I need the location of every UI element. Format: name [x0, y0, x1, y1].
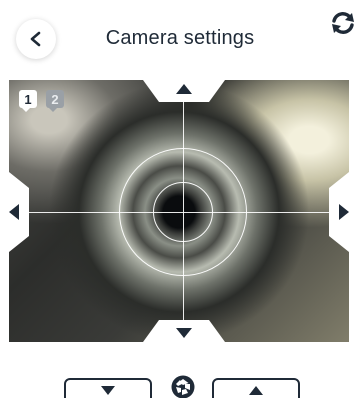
camera-2-badge[interactable]: 2 — [46, 90, 64, 112]
camera-1-badge[interactable]: 1 — [19, 90, 37, 112]
triangle-down-icon — [101, 386, 115, 395]
triangle-up-icon — [249, 386, 263, 395]
pan-right-arrow-icon[interactable] — [339, 204, 349, 220]
camera-viewfinder[interactable]: 1 2 — [9, 80, 349, 342]
focus-up-button[interactable] — [212, 378, 300, 398]
camera-flip-icon[interactable] — [330, 10, 356, 36]
aperture-icon[interactable] — [170, 374, 196, 398]
header: Camera settings — [0, 0, 360, 80]
pan-down-arrow-icon[interactable] — [176, 328, 192, 338]
page-title: Camera settings — [105, 27, 255, 49]
focus-controls — [0, 372, 360, 398]
focus-down-button[interactable] — [64, 378, 152, 398]
pan-left-arrow-icon[interactable] — [9, 204, 19, 220]
inner-reticle-ring — [153, 182, 213, 242]
pan-up-arrow-icon[interactable] — [176, 84, 192, 94]
